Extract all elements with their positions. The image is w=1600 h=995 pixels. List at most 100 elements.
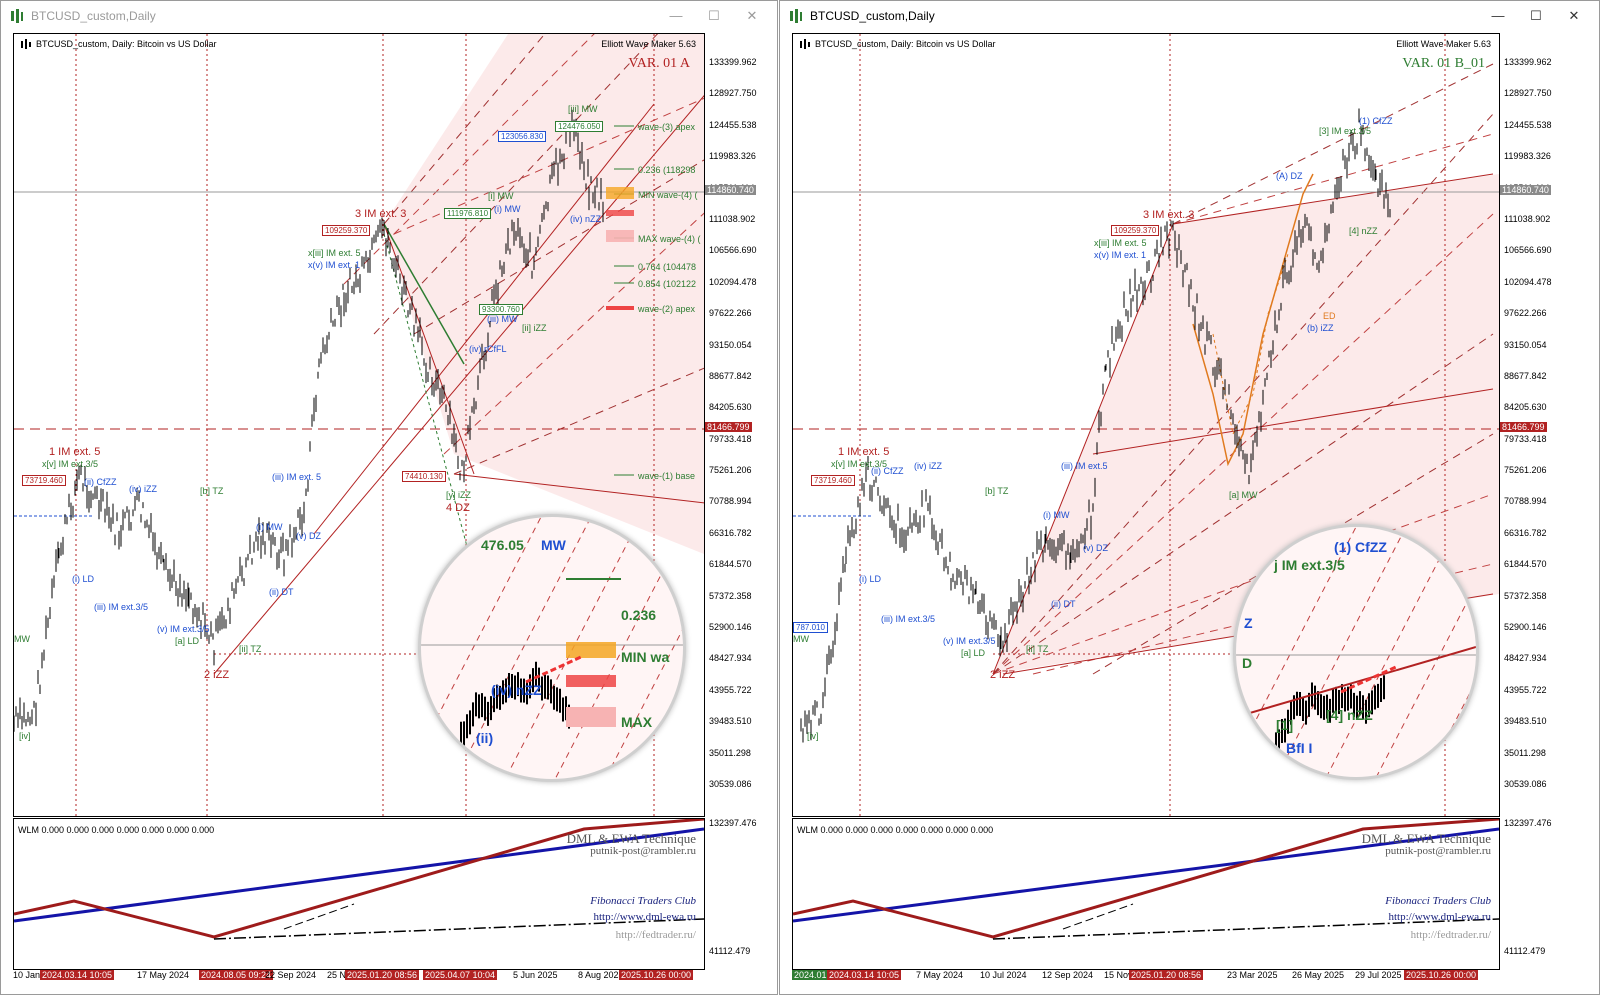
- wave-label: (i) MW: [494, 204, 521, 214]
- wave-label: [iv]: [19, 731, 31, 741]
- wave-label: (b) iZZ: [1307, 323, 1334, 333]
- wave-label: wave-(2) apex: [638, 304, 696, 314]
- price-tick: 88677.842: [709, 370, 752, 381]
- time-tick: 12 Sep 2024: [1042, 970, 1094, 980]
- wave-label: [4] nZZ: [1349, 226, 1378, 236]
- indicator-tick: 132397.476: [1504, 818, 1552, 828]
- window-title: BTCUSD_custom,Daily: [810, 9, 935, 23]
- wave-label: 4 DZ: [446, 502, 470, 514]
- window-titlebar[interactable]: BTCUSD_custom,Daily — ☐ ✕: [1, 1, 777, 31]
- wave-label: (iv) iZZ: [914, 461, 942, 471]
- wave-label: (iii) MW: [487, 314, 518, 324]
- price-tick: 102094.478: [709, 276, 757, 287]
- credit-url-2: http://fedtrader.ru/: [1410, 929, 1491, 941]
- wave-label: (iv) nZZ: [570, 214, 601, 224]
- magnifier-label: (1) CfZZ: [1334, 539, 1387, 555]
- time-tick: 8 Aug 2025: [578, 970, 624, 980]
- wave-2-apex-marker: [606, 306, 634, 310]
- price-tick: 30539.086: [709, 779, 752, 789]
- credit-club: Fibonacci Traders Club: [590, 895, 696, 907]
- magnifier-label: BfI I: [1286, 740, 1313, 756]
- wave-label: MAX wave-(4) (: [638, 234, 701, 244]
- credit-email: putnik-post@rambler.ru: [590, 845, 696, 857]
- price-tick: 79733.418: [709, 433, 752, 444]
- wave-label: [a] LD: [961, 648, 986, 658]
- maximize-button[interactable]: ☐: [695, 1, 733, 31]
- price-axis[interactable]: 133399.962 128927.750 124455.538 119983.326…: [705, 33, 765, 815]
- time-tick: 26 May 2025: [1292, 970, 1345, 980]
- wave-label: ED: [1323, 311, 1336, 321]
- indicator-axis[interactable]: 132397.476 41112.479: [705, 818, 765, 968]
- wave-label: x[iii] IM ext. 5: [1094, 238, 1147, 248]
- wave-label: 0.854 (102122: [638, 279, 697, 289]
- indicator-axis[interactable]: 132397.476 41112.479: [1500, 818, 1564, 968]
- price-tick: 79733.418: [1504, 433, 1547, 444]
- maximize-button[interactable]: ☐: [1517, 1, 1555, 31]
- price-tick: 111038.902: [1504, 213, 1551, 224]
- price-tick: 124455.538: [709, 119, 757, 130]
- wlm-indicator-panel[interactable]: WLM 0.000 0.000 0.000 0.000 0.000 0.000 …: [792, 818, 1500, 970]
- price-tick: 84205.630: [1504, 402, 1547, 413]
- time-tick: 5 Jun 2025: [513, 970, 558, 980]
- wave-label: [b] TZ: [985, 486, 1009, 496]
- main-price-chart[interactable]: BTCUSD_custom, Daily: Bitcoin vs US Doll…: [13, 33, 705, 817]
- wave-label: (v) IM ext.3/5: [157, 624, 210, 634]
- wlm-readout: WLM 0.000 0.000 0.000 0.000 0.000 0.000 …: [797, 825, 994, 835]
- time-tick: 7 May 2024: [916, 970, 964, 980]
- magnifier-label: (ii): [476, 730, 494, 746]
- price-tick: 119983.326: [709, 151, 756, 162]
- price-tick: 57372.358: [1504, 590, 1547, 601]
- price-box: 111976.810: [444, 208, 492, 219]
- chart-header: BTCUSD_custom, Daily: Bitcoin vs US Doll…: [799, 39, 996, 49]
- price-box: 73719.460: [811, 475, 855, 486]
- minimize-button[interactable]: —: [657, 1, 695, 31]
- chart-window-left[interactable]: BTCUSD_custom,Daily — ☐ ✕ BTCUSD_custom,…: [0, 0, 778, 995]
- time-axis[interactable]: 10 Jan 2024 2024.03.14 10:05 17 May 2024 20…: [13, 969, 703, 983]
- wlm-indicator-panel[interactable]: WLM 0.000 0.000 0.000 0.000 0.000 0.000 …: [13, 818, 705, 970]
- wave-label: x(v) IM ext. 1: [308, 260, 361, 270]
- variant-label: VAR. 01 A: [628, 56, 690, 71]
- magnifier-label: MAX: [621, 714, 653, 730]
- wave-label: (ii) DT: [1051, 599, 1076, 609]
- price-tick: 61844.570: [709, 559, 752, 570]
- close-button[interactable]: ✕: [733, 1, 771, 31]
- price-tick: 102094.478: [1504, 276, 1552, 287]
- close-button[interactable]: ✕: [1555, 1, 1593, 31]
- price-tick: 52900.146: [709, 622, 752, 633]
- credit-url: http://www.dml-ewa.ru: [593, 911, 696, 923]
- chart-window-right[interactable]: BTCUSD_custom,Daily — ☐ ✕ BTCUSD_custom,…: [779, 0, 1600, 995]
- wave-label: x[v] IM ext.3/5: [42, 459, 99, 469]
- time-tick: 2024.08.05 09:24: [199, 970, 274, 980]
- price-axis[interactable]: 133399.962 128927.750 124455.538 119983.326…: [1500, 33, 1564, 815]
- price-tick: 97622.266: [1504, 308, 1547, 319]
- magnifier-svg: [1236, 527, 1476, 777]
- wave-label: (A) DZ: [1276, 171, 1303, 181]
- price-tick: 84205.630: [709, 402, 752, 413]
- price-tick: 75261.206: [709, 465, 752, 476]
- magnifier-label: D: [1242, 655, 1253, 671]
- wave-label: (iii) IM ext. 5: [272, 472, 322, 482]
- price-tick: 66316.782: [1504, 527, 1547, 538]
- credit-email: putnik-post@rambler.ru: [1385, 845, 1491, 857]
- indicator-tick: 41112.479: [1504, 946, 1546, 956]
- magnifier-label: 0.236: [621, 607, 657, 623]
- window-titlebar[interactable]: BTCUSD_custom,Daily — ☐ ✕: [780, 1, 1599, 31]
- main-price-chart[interactable]: BTCUSD_custom, Daily: Bitcoin vs US Doll…: [792, 33, 1500, 817]
- time-tick: 29 Jul 2025: [1355, 970, 1402, 980]
- price-tick: 39483.510: [1504, 716, 1547, 727]
- magnifier-label: 476.05: [481, 537, 524, 553]
- magnifier-label: Z: [1244, 615, 1253, 631]
- magnifier-label: [4] nZZ: [1326, 707, 1373, 723]
- chart-header: BTCUSD_custom, Daily: Bitcoin vs US Doll…: [20, 39, 217, 49]
- time-tick: 2025.01.20 08:56: [345, 970, 420, 980]
- time-tick: 2025.10.26 00:00: [1404, 970, 1479, 980]
- chart-icon: [790, 9, 802, 23]
- price-box: 123056.830: [498, 131, 547, 142]
- wave-label: [y] iZZ: [446, 490, 471, 500]
- magnifier-label: [1]: [1276, 717, 1294, 733]
- max-zone: [606, 230, 634, 242]
- minimize-button[interactable]: —: [1479, 1, 1517, 31]
- wave-label: wave-(3) apex: [638, 122, 696, 132]
- time-axis[interactable]: 2024.01 2024.03.14 10:05 7 May 2024 10 Jul …: [792, 969, 1498, 983]
- credit-club: Fibonacci Traders Club: [1385, 895, 1491, 907]
